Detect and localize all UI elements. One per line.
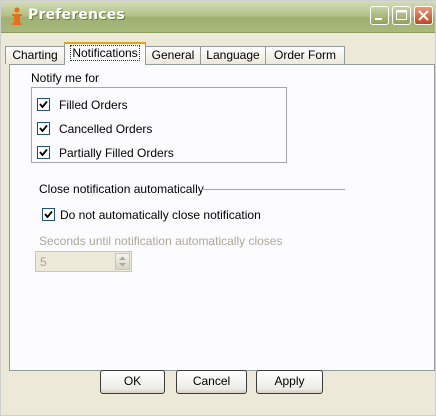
seconds-label: Seconds until notification automatically… (39, 234, 283, 248)
auto-close-header: Close notification automatically (39, 182, 204, 196)
tab-general[interactable]: General (145, 46, 201, 64)
close-icon (418, 10, 429, 21)
cancelled-orders-label[interactable]: Cancelled Orders (59, 122, 152, 136)
maximize-icon (396, 10, 407, 20)
maximize-button[interactable] (392, 6, 411, 25)
tab-language[interactable]: Language (200, 46, 266, 64)
apply-button[interactable]: Apply (256, 370, 323, 394)
app-icon (12, 7, 22, 25)
tab-notifications-label: Notifications (70, 45, 140, 61)
checkmark-icon (39, 124, 48, 133)
minimize-icon (375, 18, 382, 20)
close-button[interactable] (414, 6, 433, 25)
preferences-window: Preferences Charting Notifications Gener… (0, 0, 436, 416)
tab-notifications[interactable]: Notifications (64, 42, 146, 65)
checkmark-icon (39, 148, 48, 157)
partially-filled-orders-checkbox[interactable] (37, 146, 50, 159)
filled-orders-checkbox[interactable] (37, 98, 50, 111)
spin-arrows-icon (119, 256, 126, 267)
do-not-close-checkbox[interactable] (42, 208, 55, 221)
window-title: Preferences (28, 7, 125, 23)
ok-button[interactable]: OK (100, 370, 165, 394)
stepper-arrows[interactable] (115, 253, 130, 270)
filled-orders-label[interactable]: Filled Orders (59, 98, 128, 112)
title-bar[interactable]: Preferences (1, 1, 435, 33)
notify-header: Notify me for (31, 71, 100, 85)
tab-strip: Charting Notifications General Language … (5, 41, 435, 65)
cancel-button[interactable]: Cancel (176, 370, 247, 394)
cancelled-orders-checkbox[interactable] (37, 122, 50, 135)
checkmark-icon (39, 100, 48, 109)
do-not-close-label[interactable]: Do not automatically close notification (60, 208, 261, 222)
minimize-button[interactable] (370, 6, 389, 25)
tab-charting[interactable]: Charting (5, 46, 65, 64)
seconds-value[interactable]: 5 (40, 255, 47, 269)
partially-filled-orders-label[interactable]: Partially Filled Orders (59, 146, 174, 160)
seconds-stepper[interactable]: 5 (35, 251, 132, 272)
tab-order-form[interactable]: Order Form (265, 46, 345, 64)
checkmark-icon (44, 210, 53, 219)
section-divider (201, 189, 345, 190)
